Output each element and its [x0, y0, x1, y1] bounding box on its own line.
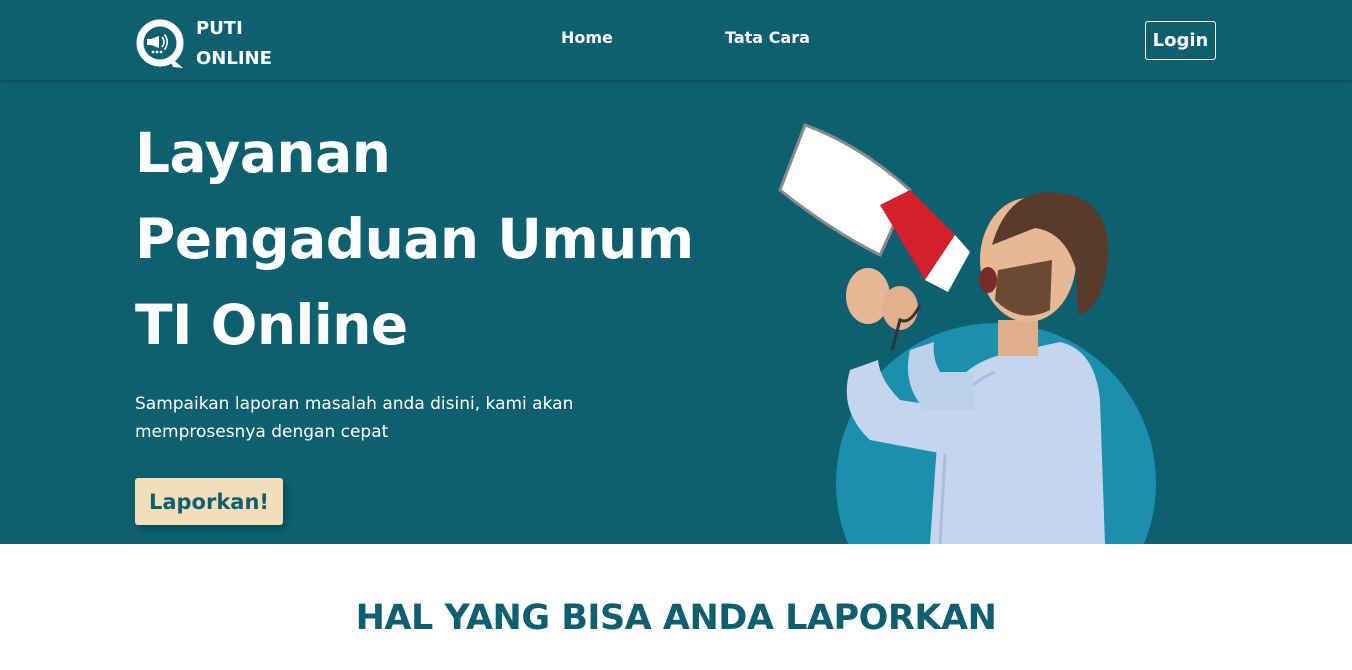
nav-link-home[interactable]: Home — [561, 28, 613, 47]
hero-section: Layanan Pengaduan Umum TI Online Sampaik… — [0, 80, 1352, 544]
brand-name: PUTI ONLINE — [196, 14, 272, 74]
hero-subtitle: Sampaikan laporan masalah anda disini, k… — [135, 394, 574, 442]
section-heading: HAL YANG BISA ANDA LAPORKAN — [355, 598, 997, 638]
brand-name-line1: PUTI — [196, 18, 243, 39]
brand-name-line2: ONLINE — [196, 48, 272, 69]
login-button[interactable]: Login — [1145, 21, 1216, 60]
brand[interactable]: PUTI ONLINE — [135, 14, 272, 74]
hero-title-line-2: Pengaduan Umum — [135, 207, 694, 271]
nav-link-tata-cara[interactable]: Tata Cara — [725, 28, 810, 47]
hero-title: Layanan Pengaduan Umum TI Online — [135, 110, 755, 368]
navbar: PUTI ONLINE Home Tata Cara Login — [0, 0, 1352, 80]
hero-title-line-1: Layanan — [135, 121, 391, 185]
man-shouting-into-megaphone-illustration — [778, 123, 1156, 544]
hero-title-line-3: TI Online — [135, 293, 408, 357]
report-button[interactable]: Laporkan! — [135, 478, 283, 525]
megaphone-chat-icon — [136, 19, 184, 68]
